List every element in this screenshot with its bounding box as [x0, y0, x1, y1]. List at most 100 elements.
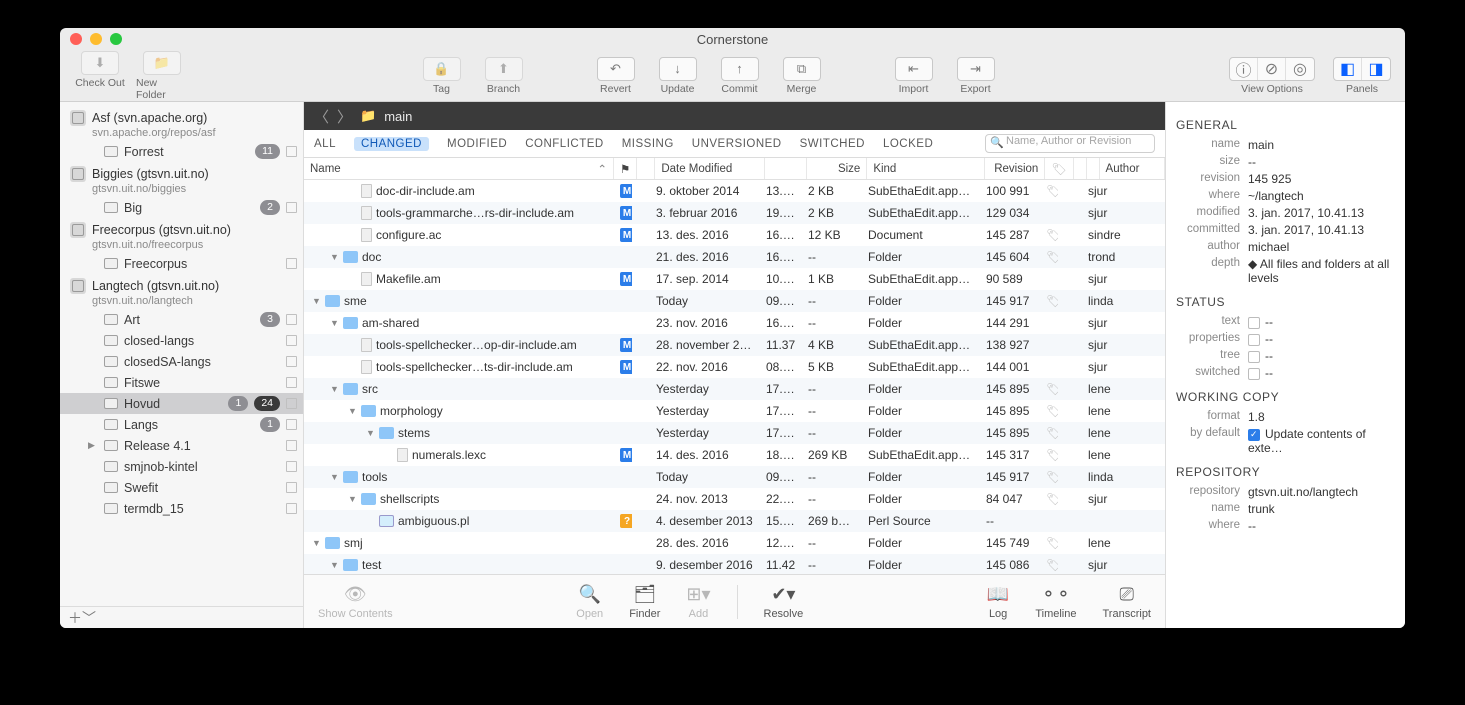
sidebar-item[interactable]: Art3 [60, 309, 303, 330]
panels-button[interactable]: ◧◨ Panels [1333, 57, 1391, 95]
table-row[interactable]: ▼morphologyYesterday17.07--Folder145 895… [304, 400, 1165, 422]
checkbox[interactable] [286, 461, 297, 472]
minimize-window-button[interactable] [90, 33, 102, 45]
merge-button[interactable]: ⧉Merge [776, 57, 828, 95]
disclosure-icon[interactable]: ▼ [348, 406, 357, 416]
repo-header[interactable]: Langtech (gtsvn.uit.no)gtsvn.uit.no/lang… [60, 274, 303, 309]
filter-missing[interactable]: MISSING [622, 138, 674, 150]
titlebar[interactable]: Cornerstone [60, 28, 1405, 50]
checkbox[interactable] [286, 398, 297, 409]
table-row[interactable]: ▼doc21. des. 201616.44--Folder145 604🏷tr… [304, 246, 1165, 268]
add-source-button[interactable]: ＋﹀ [68, 608, 96, 628]
disclosure-icon[interactable]: ▼ [330, 252, 339, 262]
table-row[interactable]: doc-dir-include.amM9. oktober 201413.242… [304, 180, 1165, 202]
table-row[interactable]: ▼test9. desember 201611.42--Folder145 08… [304, 554, 1165, 574]
disclosure-icon[interactable]: ▼ [330, 384, 339, 394]
sidebar-item[interactable]: Freecorpus [60, 253, 303, 274]
newfolder-button[interactable]: 📁New Folder [136, 51, 188, 101]
checkbox[interactable] [286, 440, 297, 451]
table-row[interactable]: ▼stemsYesterday17.07--Folder145 895🏷lene [304, 422, 1165, 444]
table-row[interactable]: ▼smj28. des. 201612.46--Folder145 749🏷le… [304, 532, 1165, 554]
file-list[interactable]: doc-dir-include.amM9. oktober 201413.242… [304, 180, 1165, 574]
sidebar-item[interactable]: termdb_15 [60, 498, 303, 519]
disclosure-icon[interactable]: ▼ [312, 296, 321, 306]
checkbox[interactable] [286, 377, 297, 388]
info-icon[interactable]: ⓘ [1230, 58, 1258, 80]
commit-button[interactable]: ↑Commit [714, 57, 766, 95]
checkbox[interactable] [286, 503, 297, 514]
table-row[interactable]: ▼srcYesterday17.07--Folder145 895🏷lene [304, 378, 1165, 400]
sidebar-item[interactable]: closedSA-langs [60, 351, 303, 372]
checkbox[interactable] [286, 146, 297, 157]
filter-changed[interactable]: CHANGED [354, 137, 429, 151]
checkbox[interactable] [286, 356, 297, 367]
table-row[interactable]: ▼shellscripts24. nov. 201322.48--Folder8… [304, 488, 1165, 510]
timeline-button[interactable]: ⚬⚬Timeline [1035, 584, 1076, 620]
table-row[interactable]: ▼toolsToday09.50--Folder145 917🏷linda [304, 466, 1165, 488]
disclosure-icon[interactable]: ▼ [330, 472, 339, 482]
sidebar-item[interactable]: smjnob-kintel [60, 456, 303, 477]
target-icon[interactable]: ◎ [1286, 58, 1314, 80]
update-externals-checkbox[interactable] [1248, 429, 1260, 441]
checkbox[interactable] [286, 258, 297, 269]
table-row[interactable]: ▼smeToday09.50--Folder145 917🏷linda [304, 290, 1165, 312]
checkbox[interactable] [286, 202, 297, 213]
filter-modified[interactable]: MODIFIED [447, 138, 507, 150]
repo-header[interactable]: Biggies (gtsvn.uit.no)gtsvn.uit.no/biggi… [60, 162, 303, 197]
table-row[interactable]: tools-spellchecker…op-dir-include.amM28.… [304, 334, 1165, 356]
transcript-button[interactable]: ⎚Transcript [1103, 584, 1152, 620]
repo-header[interactable]: Asf (svn.apache.org)svn.apache.org/repos… [60, 106, 303, 141]
nav-back-button[interactable]: 〈 [314, 106, 329, 127]
table-row[interactable]: ▼am-shared23. nov. 201616.49--Folder144 … [304, 312, 1165, 334]
panel-right-icon[interactable]: ◨ [1362, 58, 1390, 80]
disclosure-icon[interactable]: ▼ [312, 538, 321, 548]
zoom-window-button[interactable] [110, 33, 122, 45]
checkbox[interactable] [286, 482, 297, 493]
status-switched-checkbox[interactable] [1248, 368, 1260, 380]
status-properties-checkbox[interactable] [1248, 334, 1260, 346]
checkout-button[interactable]: ⬇Check Out [74, 51, 126, 101]
sidebar-item[interactable]: Langs1 [60, 414, 303, 435]
nav-forward-button[interactable]: 〉 [337, 106, 352, 127]
log-button[interactable]: 📖Log [987, 584, 1009, 620]
sidebar-item[interactable]: closed-langs [60, 330, 303, 351]
search-input[interactable]: Name, Author or Revision [985, 134, 1155, 153]
view-options-button[interactable]: ⓘ⊘◎ View Options [1229, 57, 1315, 95]
sidebar-item[interactable]: Swefit [60, 477, 303, 498]
close-window-button[interactable] [70, 33, 82, 45]
tag-button[interactable]: 🔒Tag [416, 57, 468, 95]
table-row[interactable]: Makefile.amM17. sep. 201410.411 KBSubEth… [304, 268, 1165, 290]
sidebar-item[interactable]: Hovud124 [60, 393, 303, 414]
export-button[interactable]: ⇥Export [950, 57, 1002, 95]
status-text-checkbox[interactable] [1248, 317, 1260, 329]
disclosure-icon[interactable]: ▼ [348, 494, 357, 504]
branch-button[interactable]: ⬆Branch [478, 57, 530, 95]
filter-locked[interactable]: LOCKED [883, 138, 933, 150]
checkbox[interactable] [286, 314, 297, 325]
disclosure-icon[interactable]: ▼ [366, 428, 375, 438]
table-row[interactable]: numerals.lexcM14. des. 201618.52269 KBSu… [304, 444, 1165, 466]
checkbox[interactable] [286, 419, 297, 430]
checkbox[interactable] [286, 335, 297, 346]
status-tree-checkbox[interactable] [1248, 351, 1260, 363]
panel-left-icon[interactable]: ◧ [1334, 58, 1362, 80]
table-row[interactable]: ambiguous.pl?4. desember 201315.48269 by… [304, 510, 1165, 532]
revert-button[interactable]: ↶Revert [590, 57, 642, 95]
filter-unversioned[interactable]: UNVERSIONED [692, 138, 782, 150]
table-row[interactable]: tools-spellchecker…ts-dir-include.amM22.… [304, 356, 1165, 378]
table-row[interactable]: tools-grammarche…rs-dir-include.amM3. fe… [304, 202, 1165, 224]
sidebar-item[interactable]: Forrest11 [60, 141, 303, 162]
filter-all[interactable]: ALL [314, 138, 336, 150]
import-button[interactable]: ⇤Import [888, 57, 940, 95]
table-row[interactable]: configure.acM13. des. 201616.3812 KBDocu… [304, 224, 1165, 246]
disclosure-icon[interactable]: ▼ [330, 560, 339, 570]
finder-button[interactable]: 🗂Finder [629, 584, 660, 620]
repo-header[interactable]: Freecorpus (gtsvn.uit.no)gtsvn.uit.no/fr… [60, 218, 303, 253]
sidebar-item[interactable]: Big2 [60, 197, 303, 218]
filter-conflicted[interactable]: CONFLICTED [525, 138, 603, 150]
disclosure-icon[interactable]: ▼ [330, 318, 339, 328]
column-header[interactable]: Name⌃ ⚑ Date Modified Size Kind Revision… [304, 158, 1165, 180]
sidebar-item[interactable]: Fitswe [60, 372, 303, 393]
cancel-icon[interactable]: ⊘ [1258, 58, 1286, 80]
filter-switched[interactable]: SWITCHED [800, 138, 865, 150]
